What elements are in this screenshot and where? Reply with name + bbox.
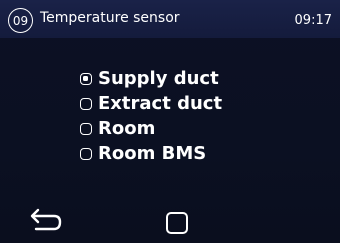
step-number: 09 [12,13,29,28]
sensor-option-list: Supply duct Extract duct Room Room BMS [80,66,320,166]
option-label: Extract duct [98,92,223,114]
home-button[interactable] [166,212,188,234]
option-label: Supply duct [98,67,219,89]
back-button[interactable] [28,202,68,232]
header-bar: 09 Temperature sensor 09:17 [0,0,340,38]
step-number-badge: 09 [8,8,33,33]
device-screen: 09 Temperature sensor 09:17 Supply duct … [0,0,340,243]
page-title: Temperature sensor [40,10,180,26]
radio-unchecked-icon [80,122,92,135]
option-supply-duct[interactable]: Supply duct [80,66,320,91]
option-extract-duct[interactable]: Extract duct [80,91,320,116]
back-arrow-icon [30,208,62,231]
option-room-bms[interactable]: Room BMS [80,141,320,166]
radio-checked-icon [80,72,92,85]
radio-unchecked-icon [80,147,92,160]
radio-unchecked-icon [80,97,92,110]
option-room[interactable]: Room [80,116,320,141]
clock: 09:17 [294,13,332,28]
option-label: Room BMS [98,142,207,164]
option-label: Room [98,117,156,139]
